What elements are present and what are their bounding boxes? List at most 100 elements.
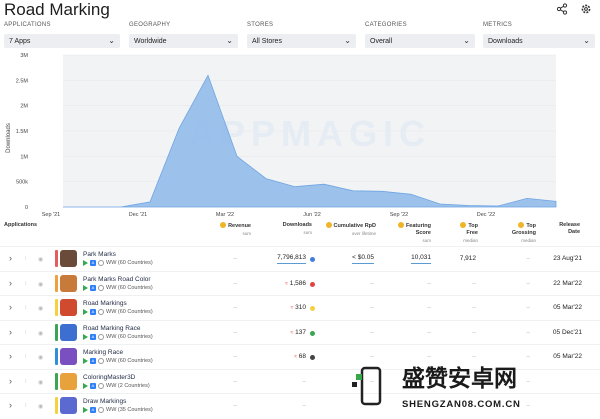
share-icon[interactable] [556,2,568,15]
col-rpd-sub: over lifetime [351,231,376,236]
site-watermark: 盛赞安卓网 SHENGZAN08.COM.CN [352,360,600,419]
metrics-select[interactable]: Downloads ⌄ [483,34,595,48]
x-tick-label: Mar '22 [216,212,234,218]
cell-featuring-value: – [427,353,431,360]
help-icon[interactable] [397,222,404,228]
col-topgrossing[interactable]: Top Grossing median [502,222,536,244]
app-countries: WW (2 Countries) [106,382,150,389]
app-name[interactable]: Park Marks Road Color [83,276,151,283]
filter-geography[interactable]: GEOGRAPHY Worldwide ⌄ [129,22,238,48]
applications-select[interactable]: 7 Apps ⌄ [4,34,120,48]
col-rpd-label: Cumulative RpD [333,223,376,229]
geography-select[interactable]: Worldwide ⌄ [129,34,238,48]
cell-release: 05 Mar'22 [540,353,582,360]
expand-row-icon[interactable]: › [9,302,12,312]
drag-handle-icon[interactable]: ⁞ [25,403,26,409]
col-rpd[interactable]: Cumulative RpD over lifetime [320,222,376,237]
col-revenue-sub: sum [242,231,251,236]
drag-handle-icon[interactable]: ⁞ [25,281,26,287]
cell-featuring-value: – [427,328,431,336]
col-applications[interactable]: Applications [4,222,37,229]
downloads-chart: APPMAGIC 0 500k 1M 1.5M 2M 2.5M 3M Sep '21 Dec … [0,48,600,220]
visibility-icon[interactable]: ◉ [38,379,43,386]
stores-select[interactable]: All Stores ⌄ [247,34,356,48]
globe-icon [98,284,104,291]
filter-bar: APPLICATIONS 7 Apps ⌄ GEOGRAPHY Worldwide… [4,22,596,50]
app-meta: A WW (60 Countries) [83,284,153,291]
cell-revenue: – [205,402,237,409]
col-downloads[interactable]: Downloads sum [262,222,312,236]
table-row[interactable]: › ⁞ ◉ Park Marks A WW (60 Countries) – 7,… [0,246,600,271]
app-icon [60,323,77,341]
cell-featuring: – [393,353,431,360]
expand-row-icon[interactable]: › [9,253,12,263]
filter-applications[interactable]: APPLICATIONS 7 Apps ⌄ [4,22,120,48]
categories-select[interactable]: Overall ⌄ [365,34,475,48]
col-release[interactable]: Release Date [552,222,580,236]
app-icon [60,348,77,365]
series-color-bar [55,372,58,390]
drag-handle-icon[interactable]: ⁞ [25,256,26,262]
visibility-icon[interactable]: ◉ [38,305,43,312]
cell-downloads: – [262,378,306,385]
expand-row-icon[interactable]: › [9,278,12,288]
cell-topgrossing-value: – [526,304,530,311]
app-icon [60,372,77,390]
filter-metrics[interactable]: METRICS Downloads ⌄ [483,22,595,48]
cell-topgrossing: – [500,329,530,336]
app-name[interactable]: Park Marks [83,251,116,258]
visibility-icon[interactable]: ◉ [38,256,43,263]
col-topfree[interactable]: Top Free median [450,222,478,244]
google-play-icon [83,333,88,340]
col-featuring[interactable]: Featuring Score sum [395,222,431,244]
col-topgrossing-sub: median [521,238,536,243]
table-row[interactable]: › ⁞ ◉ Park Marks Road Color A WW (60 Coun… [0,270,600,296]
table-row[interactable]: › ⁞ ◉ Road Markings A WW (60 Countries) –… [0,295,600,320]
app-name[interactable]: Road Markings [83,300,127,307]
expand-row-icon[interactable]: › [9,376,12,386]
cell-release: 23 Aug'21 [540,255,582,262]
visibility-icon[interactable]: ◉ [38,403,43,410]
chevron-down-icon: ⌄ [344,36,351,45]
series-dot [310,355,315,360]
gear-icon[interactable] [580,2,592,14]
expand-row-icon[interactable]: › [9,327,12,337]
app-name[interactable]: Marking Race [83,349,123,356]
help-icon[interactable] [220,222,227,228]
drag-handle-icon[interactable]: ⁞ [25,379,26,385]
help-icon[interactable] [518,222,525,228]
expand-row-icon[interactable]: › [9,400,12,410]
drag-handle-icon[interactable]: ⁞ [25,305,26,311]
filter-stores[interactable]: STORES All Stores ⌄ [247,22,356,48]
filter-label: GEOGRAPHY [129,22,171,28]
cell-revenue: – [205,255,237,262]
x-tick-label: Dec '21 [129,212,147,218]
drag-handle-icon[interactable]: ⁞ [25,354,26,360]
drag-handle-icon[interactable]: ⁞ [25,330,26,336]
expand-row-icon[interactable]: › [9,351,12,361]
cell-rpd-value: – [370,328,374,336]
app-name[interactable]: Draw Markings [83,398,126,405]
cell-downloads-value: 68 [298,353,306,360]
filter-categories[interactable]: CATEGORIES Overall ⌄ [365,22,475,48]
cell-revenue-value: – [233,304,237,311]
visibility-icon[interactable]: ◉ [38,281,43,288]
visibility-icon[interactable]: ◉ [38,354,43,361]
app-name[interactable]: Road Marking Race [83,325,140,332]
app-store-icon: A [90,382,96,389]
app-icon [60,250,77,267]
table-row[interactable]: › ⁞ ◉ Road Marking Race A WW (60 Countrie… [0,319,600,345]
cell-revenue-value: – [233,279,237,287]
table-header: Applications Revenue sum Downloads sum Cum… [0,220,600,246]
app-name[interactable]: ColoringMaster3D [83,374,135,381]
app-store-icon: A [90,407,96,413]
col-revenue[interactable]: Revenue sum [205,222,251,237]
cell-rpd: – [320,280,374,287]
help-icon[interactable] [460,222,467,228]
visibility-icon[interactable]: ◉ [38,330,43,337]
filter-label: STORES [247,22,274,28]
help-icon[interactable] [325,222,332,228]
google-play-icon [83,260,88,266]
chevron-down-icon: ⌄ [583,36,590,45]
filter-value: Overall [370,37,393,45]
